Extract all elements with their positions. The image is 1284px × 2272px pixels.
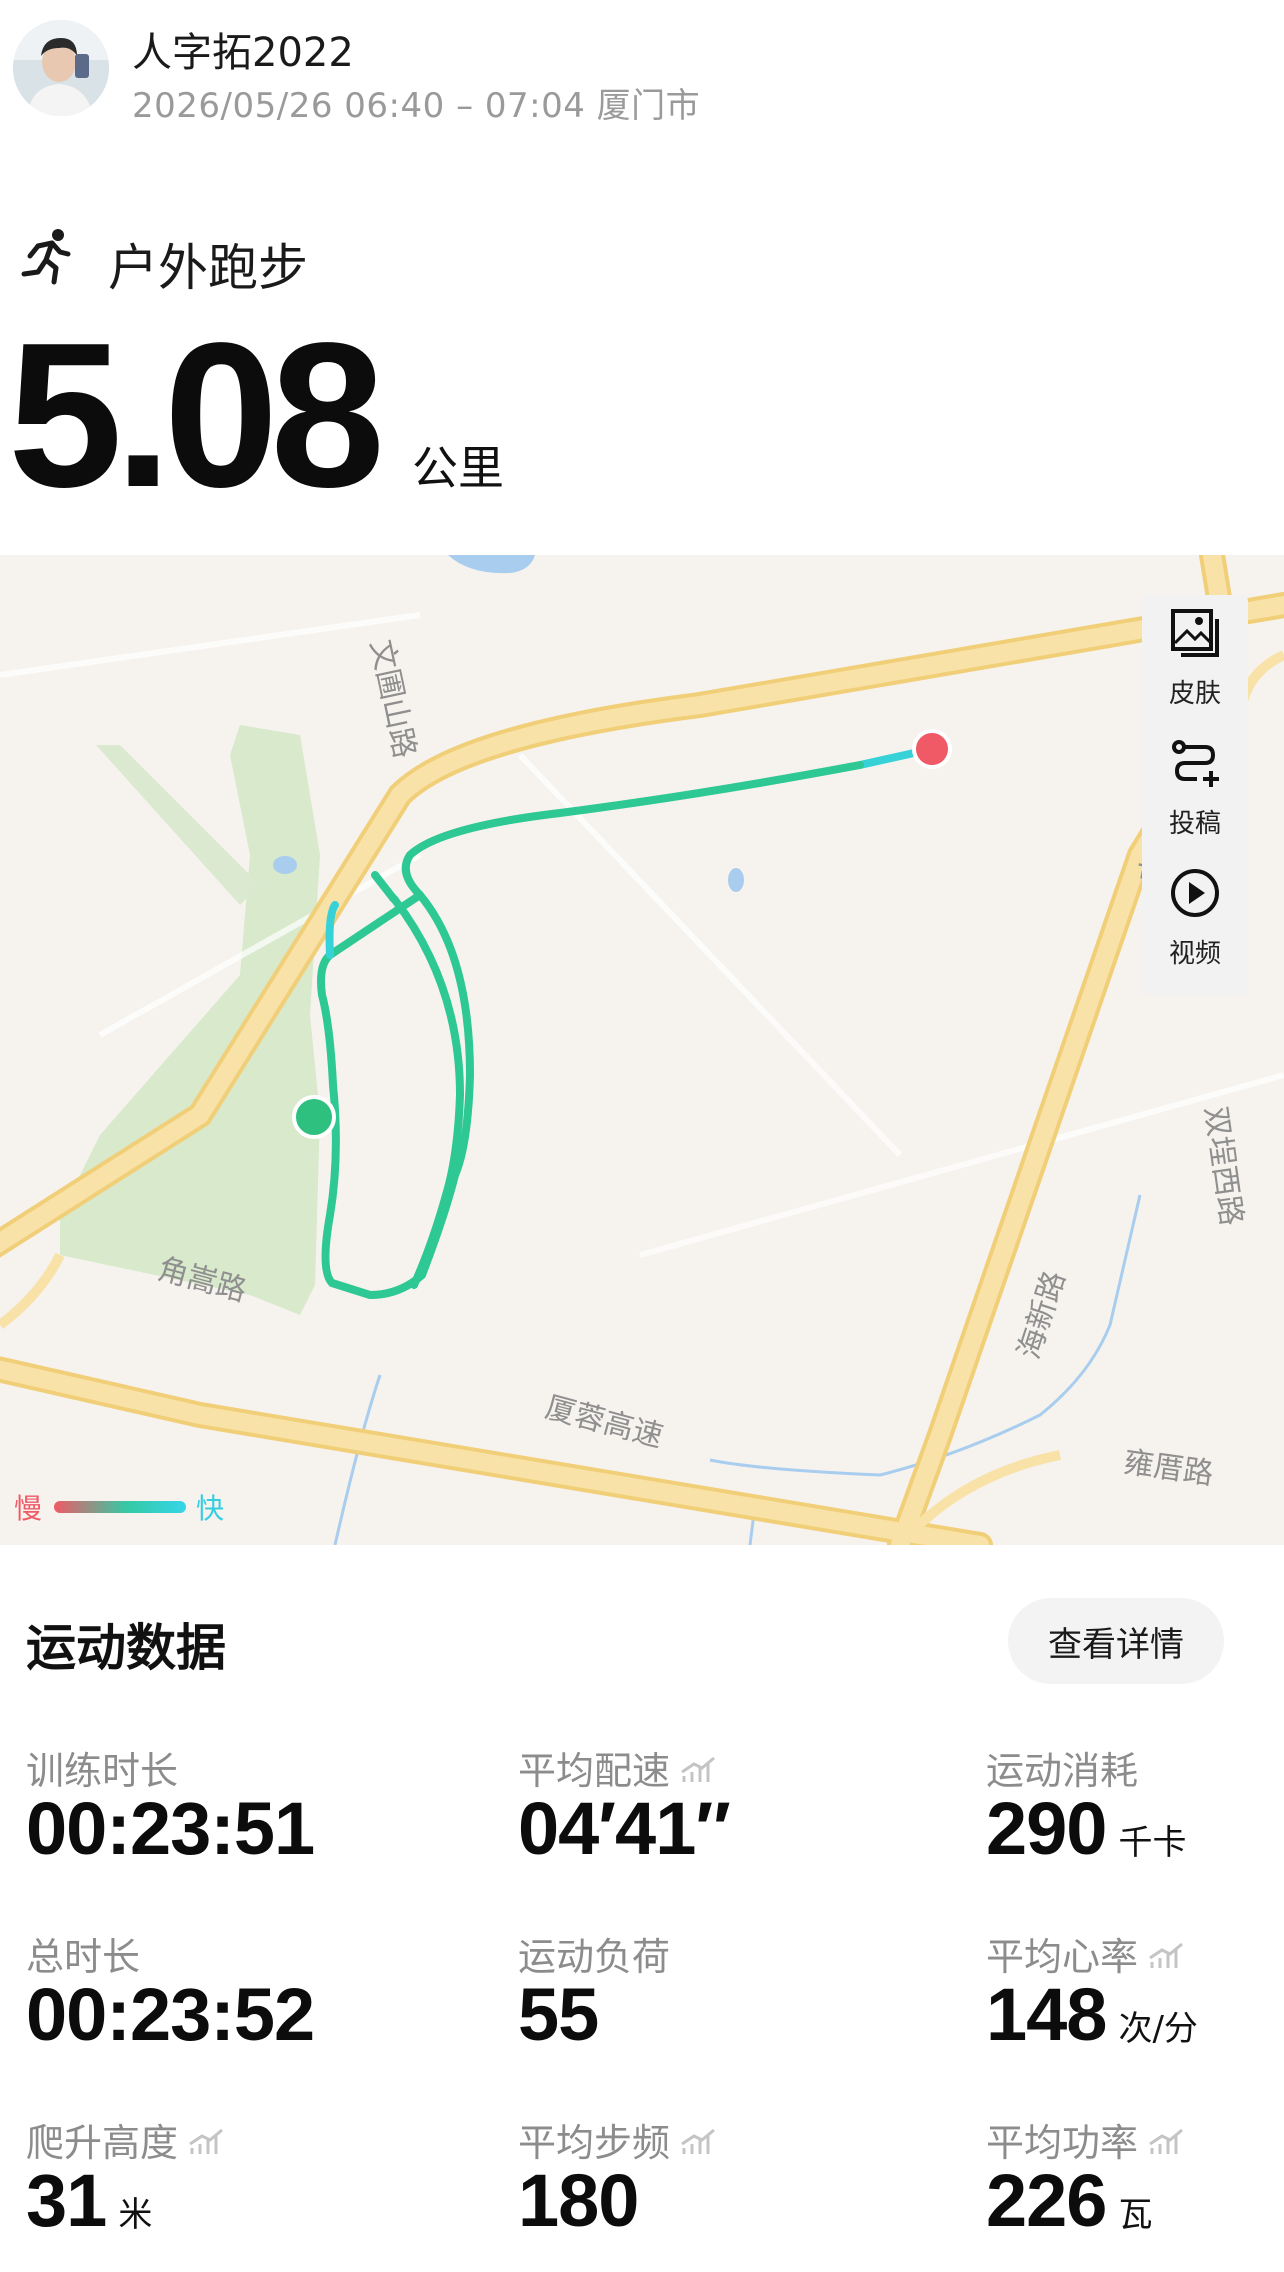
trend-chart-icon[interactable] — [1148, 2128, 1184, 2158]
legend-slow: 慢 — [14, 1492, 43, 1525]
stat-value: 00:23:52 — [26, 1972, 315, 2057]
stat-value-number: 31 — [26, 2159, 107, 2242]
submit-tool-label: 投稿 — [1168, 809, 1221, 839]
stat-value: 55 — [518, 1972, 599, 2057]
distance-unit: 公里 — [412, 441, 504, 495]
distance-value: 5.08 — [8, 300, 385, 530]
stat-value-number: 00:23:52 — [26, 1973, 315, 2056]
start-marker — [292, 1095, 336, 1139]
stat-item: 运动负荷 55 — [518, 1926, 938, 2086]
video-tool[interactable]: 视频 — [1142, 855, 1248, 975]
stat-value: 00:23:51 — [26, 1786, 315, 1871]
stat-unit: 次/分 — [1118, 2009, 1198, 2049]
view-details-button[interactable]: 查看详情 — [1008, 1598, 1224, 1684]
stat-item: 平均步频 180 — [518, 2112, 938, 2272]
stat-item: 总时长 00:23:52 — [26, 1926, 446, 2086]
stat-value-number: 04′41″ — [518, 1787, 731, 1870]
stat-value: 226 瓦 — [986, 2158, 1152, 2243]
stat-value: 180 — [518, 2158, 639, 2243]
map-toolbar: 皮肤 投稿 视频 — [1142, 595, 1248, 995]
datetime-location: 2026/05/26 06:40 – 07:04 厦门市 — [132, 86, 701, 126]
stat-value: 148 次/分 — [986, 1972, 1198, 2057]
stat-unit: 米 — [118, 2195, 153, 2235]
trend-chart-icon[interactable] — [680, 2128, 716, 2158]
stat-item: 训练时长 00:23:51 — [26, 1740, 446, 1900]
stat-unit: 千卡 — [1118, 1823, 1187, 1863]
stat-value-number: 148 — [986, 1973, 1107, 2056]
legend-fast: 快 — [196, 1492, 225, 1525]
route-map[interactable]: 文圃山路 角嵩路 厦蓉高速 海新路 杏林东路 双埕西路 雍厝路 皮肤 投稿 — [0, 555, 1284, 1545]
stat-value: 31 米 — [26, 2158, 152, 2243]
stat-item: 运动消耗 290 千卡 — [986, 1740, 1284, 1900]
stat-item: 平均配速 04′41″ — [518, 1740, 938, 1900]
stat-value-number: 290 — [986, 1787, 1107, 1870]
stat-item: 平均功率 226 瓦 — [986, 2112, 1284, 2272]
stat-item: 爬升高度 31 米 — [26, 2112, 446, 2272]
stat-item: 平均心率 148 次/分 — [986, 1926, 1284, 2086]
stat-value-number: 226 — [986, 2159, 1107, 2242]
stat-value: 04′41″ — [518, 1786, 731, 1871]
trend-chart-icon[interactable] — [188, 2128, 224, 2158]
skin-tool-label: 皮肤 — [1168, 679, 1221, 709]
submit-tool[interactable]: 投稿 — [1142, 725, 1248, 845]
header: 人字拓2022 2026/05/26 06:40 – 07:04 厦门市 — [0, 0, 1284, 150]
running-person-icon — [21, 229, 71, 285]
stat-value-number: 00:23:51 — [26, 1787, 315, 1870]
avatar[interactable] — [13, 20, 109, 116]
stat-value-number: 180 — [518, 2159, 639, 2242]
activity-type-label: 户外跑步 — [108, 239, 308, 297]
stats-title: 运动数据 — [26, 1619, 226, 1677]
stat-unit: 瓦 — [1118, 2195, 1153, 2235]
trend-chart-icon[interactable] — [1148, 1942, 1184, 1972]
username: 人字拓2022 — [132, 30, 354, 76]
map-canvas — [0, 555, 1284, 1545]
route-submit-icon — [1172, 740, 1219, 787]
play-video-icon — [1171, 869, 1219, 917]
trend-chart-icon[interactable] — [680, 1756, 716, 1786]
image-skin-icon — [1171, 609, 1219, 657]
legend-gradient-bar — [54, 1501, 186, 1513]
stat-value-number: 55 — [518, 1973, 599, 2056]
stat-value: 290 千卡 — [986, 1786, 1186, 1871]
skin-tool[interactable]: 皮肤 — [1142, 595, 1248, 715]
video-tool-label: 视频 — [1168, 939, 1221, 969]
end-marker — [912, 729, 952, 769]
